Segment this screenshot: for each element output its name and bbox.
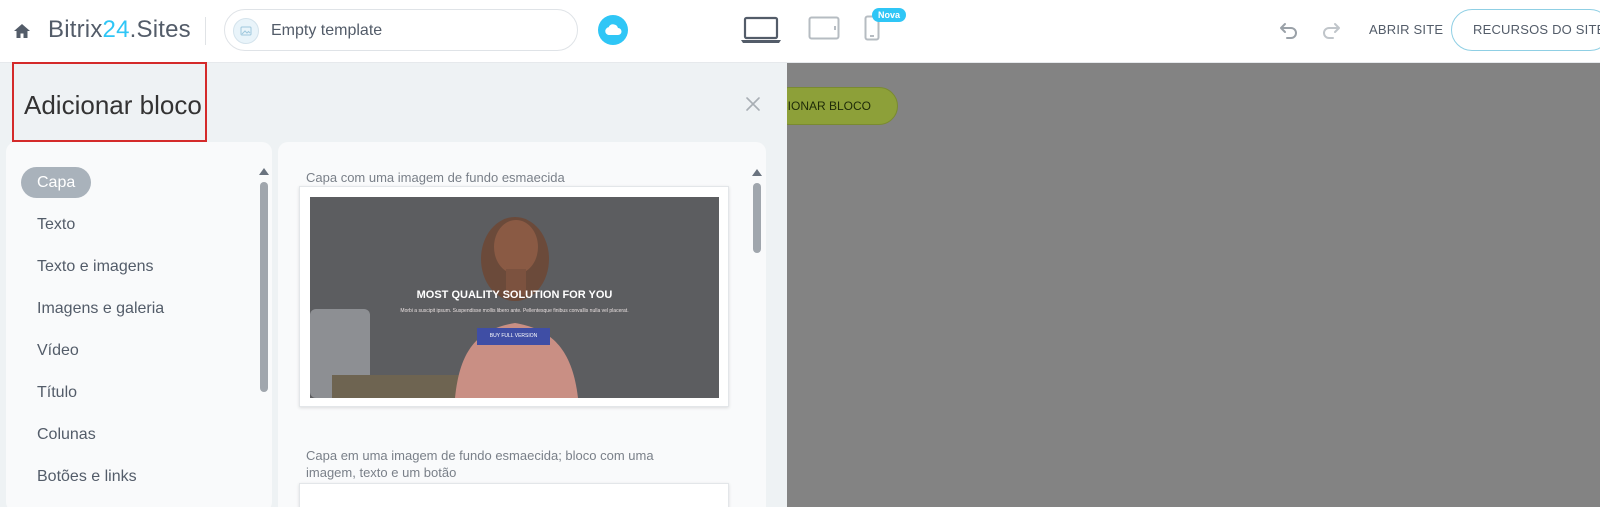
category-video[interactable]: Vídeo bbox=[37, 342, 79, 360]
new-badge: Nova bbox=[872, 8, 907, 22]
undo-icon[interactable] bbox=[1278, 20, 1300, 40]
category-texto-e-imagens[interactable]: Texto e imagens bbox=[37, 258, 154, 276]
top-bar: Bitrix24.Sites Empty template Nova ABRIR… bbox=[0, 0, 1600, 63]
template-name: Empty template bbox=[271, 22, 383, 39]
add-block-page-button[interactable]: CIONAR BLOCO bbox=[770, 87, 898, 125]
block-caption-line: Capa em uma imagem de fundo esmaecida; b… bbox=[306, 448, 654, 463]
block-card[interactable] bbox=[299, 483, 729, 507]
brand-prefix: Bitrix bbox=[48, 16, 103, 43]
template-image-icon bbox=[240, 26, 252, 36]
add-block-panel: Adicionar bloco Capa Texto Texto e image… bbox=[0, 62, 787, 507]
close-icon[interactable] bbox=[745, 96, 761, 112]
page-overlay bbox=[787, 63, 1600, 507]
open-site-link[interactable]: ABRIR SITE bbox=[1369, 22, 1443, 37]
category-texto[interactable]: Texto bbox=[37, 216, 75, 234]
cloud-icon bbox=[605, 24, 622, 35]
preview-headline: MOST QUALITY SOLUTION FOR YOU bbox=[416, 289, 613, 301]
block-preview-list: Capa com uma imagem de fundo esmaecida M… bbox=[278, 142, 766, 507]
category-list: Capa Texto Texto e imagens Imagens e gal… bbox=[6, 142, 272, 507]
block-card[interactable]: MOST QUALITY SOLUTION FOR YOU Morbi a su… bbox=[299, 186, 729, 407]
category-scrollbar-thumb[interactable] bbox=[260, 182, 268, 392]
desktop-icon[interactable] bbox=[740, 16, 782, 44]
panel-title: Adicionar bloco bbox=[24, 90, 202, 120]
home-icon[interactable] bbox=[12, 21, 32, 41]
category-botoes-e-links[interactable]: Botões e links bbox=[37, 468, 137, 486]
block-caption: Capa em uma imagem de fundo esmaecida; b… bbox=[306, 447, 654, 481]
brand-logo: Bitrix24.Sites bbox=[48, 16, 191, 44]
site-resources-button[interactable]: RECURSOS DO SITE bbox=[1451, 9, 1600, 51]
block-caption-line: imagem, texto e um botão bbox=[306, 465, 457, 480]
blocks-scrollbar-thumb[interactable] bbox=[753, 183, 761, 253]
cloud-button[interactable] bbox=[598, 15, 628, 45]
blocks-scroll-up-arrow[interactable] bbox=[752, 169, 762, 176]
preview-subtext: Morbi a suscipit ipsum. Suspendisse moll… bbox=[400, 308, 629, 314]
block-caption: Capa com uma imagem de fundo esmaecida bbox=[306, 170, 565, 185]
preview-button: BUY FULL VERSION bbox=[477, 328, 550, 345]
category-imagens-e-galeria[interactable]: Imagens e galeria bbox=[37, 300, 164, 318]
redo-icon[interactable] bbox=[1320, 20, 1342, 40]
category-titulo[interactable]: Título bbox=[37, 384, 77, 402]
category-colunas[interactable]: Colunas bbox=[37, 426, 96, 444]
block-preview-image: MOST QUALITY SOLUTION FOR YOU Morbi a su… bbox=[310, 197, 719, 398]
category-scroll-up-arrow[interactable] bbox=[259, 168, 269, 175]
brand-suffix: .Sites bbox=[129, 16, 191, 43]
panel-title-highlight: Adicionar bloco bbox=[12, 62, 207, 142]
brand-divider bbox=[205, 17, 206, 45]
brand-number: 24 bbox=[102, 16, 130, 43]
category-capa[interactable]: Capa bbox=[21, 167, 92, 198]
template-selector[interactable]: Empty template bbox=[224, 9, 578, 51]
tablet-icon[interactable] bbox=[808, 16, 840, 41]
